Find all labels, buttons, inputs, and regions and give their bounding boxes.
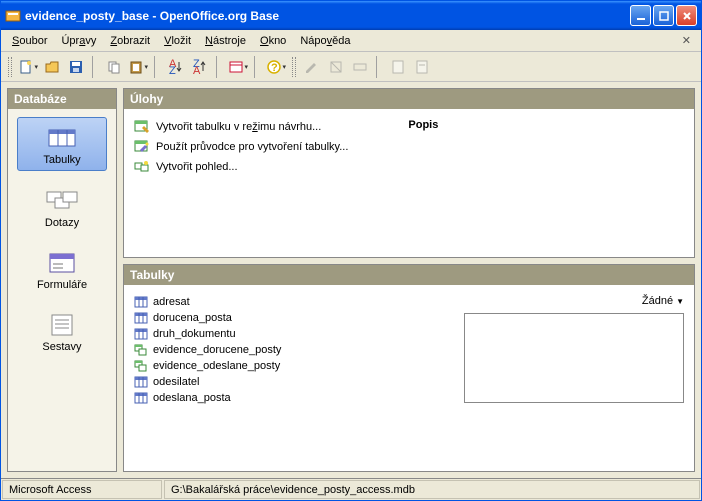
minimize-button[interactable] xyxy=(630,5,651,26)
table-design-icon xyxy=(134,119,150,135)
database-panel-header: Databáze xyxy=(8,89,116,109)
preview-dropdown[interactable]: Žádné ▼ xyxy=(642,295,684,307)
tasks-panel: Úlohy Vytvořit tabulku v režimu návrhu..… xyxy=(123,88,695,258)
table-icon xyxy=(134,295,148,309)
menu-upravy[interactable]: Úpravy xyxy=(54,33,103,49)
nav-sestavy[interactable]: Sestavy xyxy=(17,305,107,357)
tasks-panel-header: Úlohy xyxy=(124,89,694,109)
table-item-dorucena-posta[interactable]: dorucena_posta xyxy=(134,311,281,325)
nav-label: Formuláře xyxy=(37,279,87,291)
chevron-down-icon: ▼ xyxy=(676,297,684,306)
status-engine: Microsoft Access xyxy=(2,480,162,499)
task-label: Vytvořit tabulku v režimu návrhu... xyxy=(156,121,321,133)
window-title: evidence_posty_base - OpenOffice.org Bas… xyxy=(25,9,630,23)
task-create-view[interactable]: Vytvořit pohled... xyxy=(134,159,348,175)
description-label: Popis xyxy=(408,119,438,247)
nav-tabulky[interactable]: Tabulky xyxy=(17,117,107,171)
app-icon xyxy=(5,8,21,24)
table-item-label: odesilatel xyxy=(153,376,199,388)
nav-label: Tabulky xyxy=(43,154,80,166)
paste-button[interactable]: ▾ xyxy=(127,56,149,78)
menu-okno[interactable]: Okno xyxy=(253,33,293,49)
table-item-odeslana-posta[interactable]: odeslana_posta xyxy=(134,391,281,405)
task-create-table-wizard[interactable]: Použít průvodce pro vytvoření tabulky... xyxy=(134,139,348,155)
help-button[interactable]: ?▾ xyxy=(265,56,287,78)
toolbar: ▾ ▾ AZ ZA ▾ ?▾ xyxy=(1,52,701,82)
menu-soubor[interactable]: Soubor xyxy=(5,33,54,49)
save-button[interactable] xyxy=(65,56,87,78)
table-item-evidence-odeslane[interactable]: evidence_odeslane_posty xyxy=(134,359,281,373)
task-label: Vytvořit pohled... xyxy=(156,161,238,173)
tables-panel: Tabulky adresat dorucena_posta xyxy=(123,264,695,472)
queries-icon xyxy=(45,187,79,215)
new-button[interactable]: ▾ xyxy=(17,56,39,78)
menu-zobrazit[interactable]: Zobrazit xyxy=(103,33,157,49)
nav-label: Sestavy xyxy=(42,341,81,353)
menu-napoveda[interactable]: Nápověda xyxy=(293,33,357,49)
svg-text:A: A xyxy=(193,65,201,75)
sort-desc-button[interactable]: ZA xyxy=(189,56,211,78)
tables-icon xyxy=(45,124,79,152)
table-item-adresat[interactable]: adresat xyxy=(134,295,281,309)
menu-vlozit[interactable]: Vložit xyxy=(157,33,198,49)
nav-dotazy[interactable]: Dotazy xyxy=(17,181,107,233)
app-window: evidence_posty_base - OpenOffice.org Bas… xyxy=(0,0,702,501)
toolbar-handle[interactable] xyxy=(8,57,12,77)
close-document-button[interactable]: ✕ xyxy=(676,32,697,49)
table-item-druh-dokumentu[interactable]: druh_dokumentu xyxy=(134,327,281,341)
menu-nastroje[interactable]: Nástroje xyxy=(198,33,253,49)
rename-button[interactable] xyxy=(349,56,371,78)
titlebar[interactable]: evidence_posty_base - OpenOffice.org Bas… xyxy=(1,1,701,30)
view-icon xyxy=(134,159,150,175)
body-area: Databáze Tabulky Dotazy Formuláře Sestav… xyxy=(1,82,701,478)
table-item-label: evidence_dorucene_posty xyxy=(153,344,281,356)
close-button[interactable] xyxy=(676,5,697,26)
nav-formulare[interactable]: Formuláře xyxy=(17,243,107,295)
task-label: Použít průvodce pro vytvoření tabulky... xyxy=(156,141,348,153)
table-wizard-icon xyxy=(134,139,150,155)
status-path: G:\Bakalářská práce\evidence_posty_acces… xyxy=(164,480,700,499)
table-item-label: dorucena_posta xyxy=(153,312,232,324)
svg-text:?: ? xyxy=(271,62,278,74)
maximize-button[interactable] xyxy=(653,5,674,26)
table-item-label: evidence_odeslane_posty xyxy=(153,360,280,372)
preview-dropdown-label: Žádné xyxy=(642,295,673,307)
forms-icon xyxy=(45,249,79,277)
toolbar-handle-2[interactable] xyxy=(292,57,296,77)
menubar: Soubor Úpravy Zobrazit Vložit Nástroje O… xyxy=(1,30,701,52)
nav-label: Dotazy xyxy=(45,217,79,229)
edit-button[interactable] xyxy=(301,56,323,78)
sort-asc-button[interactable]: AZ xyxy=(165,56,187,78)
delete-button[interactable] xyxy=(325,56,347,78)
table-item-label: odeslana_posta xyxy=(153,392,231,404)
copy-button[interactable] xyxy=(103,56,125,78)
table-item-odesilatel[interactable]: odesilatel xyxy=(134,375,281,389)
database-panel: Databáze Tabulky Dotazy Formuláře Sestav… xyxy=(7,88,117,472)
report2-button[interactable] xyxy=(411,56,433,78)
task-create-table-design[interactable]: Vytvořit tabulku v režimu návrhu... xyxy=(134,119,348,135)
preview-box xyxy=(464,313,684,403)
table-icon xyxy=(134,391,148,405)
table-icon xyxy=(134,327,148,341)
table-icon xyxy=(134,375,148,389)
tables-panel-header: Tabulky xyxy=(124,265,694,285)
statusbar: Microsoft Access G:\Bakalářská práce\evi… xyxy=(1,478,701,500)
table-icon xyxy=(134,311,148,325)
table-item-label: druh_dokumentu xyxy=(153,328,236,340)
report-button[interactable] xyxy=(387,56,409,78)
table-item-label: adresat xyxy=(153,296,190,308)
open-button[interactable] xyxy=(41,56,63,78)
query-icon xyxy=(134,359,148,373)
query-icon xyxy=(134,343,148,357)
table-item-evidence-dorucene[interactable]: evidence_dorucene_posty xyxy=(134,343,281,357)
reports-icon xyxy=(45,311,79,339)
form-button[interactable]: ▾ xyxy=(227,56,249,78)
svg-text:Z: Z xyxy=(169,65,176,75)
